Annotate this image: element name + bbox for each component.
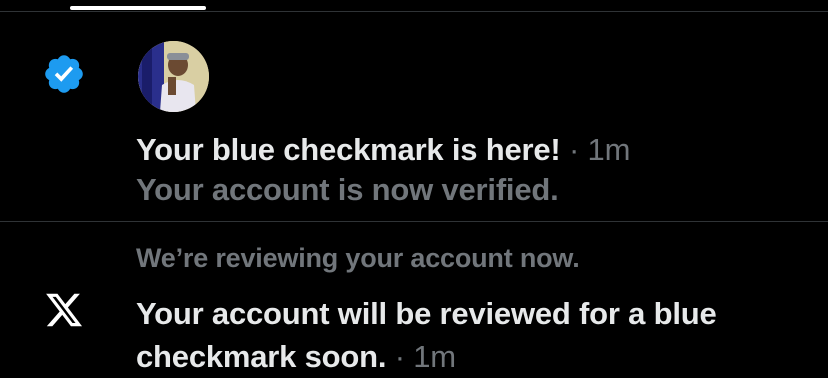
notification-header: We’re reviewing your account now. <box>136 243 580 273</box>
avatar[interactable] <box>138 41 209 112</box>
body-line-2-text: checkmark soon. <box>136 339 387 374</box>
notification-subtitle: Your account is now verified. <box>136 172 559 207</box>
timestamp: 1m <box>587 132 631 167</box>
separator: · <box>394 339 405 374</box>
verified-badge-icon <box>42 52 86 96</box>
timestamp: 1m <box>413 339 456 374</box>
notification-verified[interactable]: Your blue checkmark is here! · 1m Your a… <box>0 12 828 221</box>
notification-title: Your blue checkmark is here! · 1m <box>136 132 630 168</box>
active-tab-indicator <box>70 6 206 10</box>
notification-body: Your account will be reviewed for a blue… <box>136 292 816 378</box>
x-logo-icon <box>44 290 84 330</box>
notification-review[interactable]: We’re reviewing your account now. Your a… <box>0 222 828 374</box>
title-text: Your blue checkmark is here! <box>136 132 561 167</box>
body-line-1: Your account will be reviewed for a blue <box>136 296 717 331</box>
separator: · <box>568 132 580 167</box>
